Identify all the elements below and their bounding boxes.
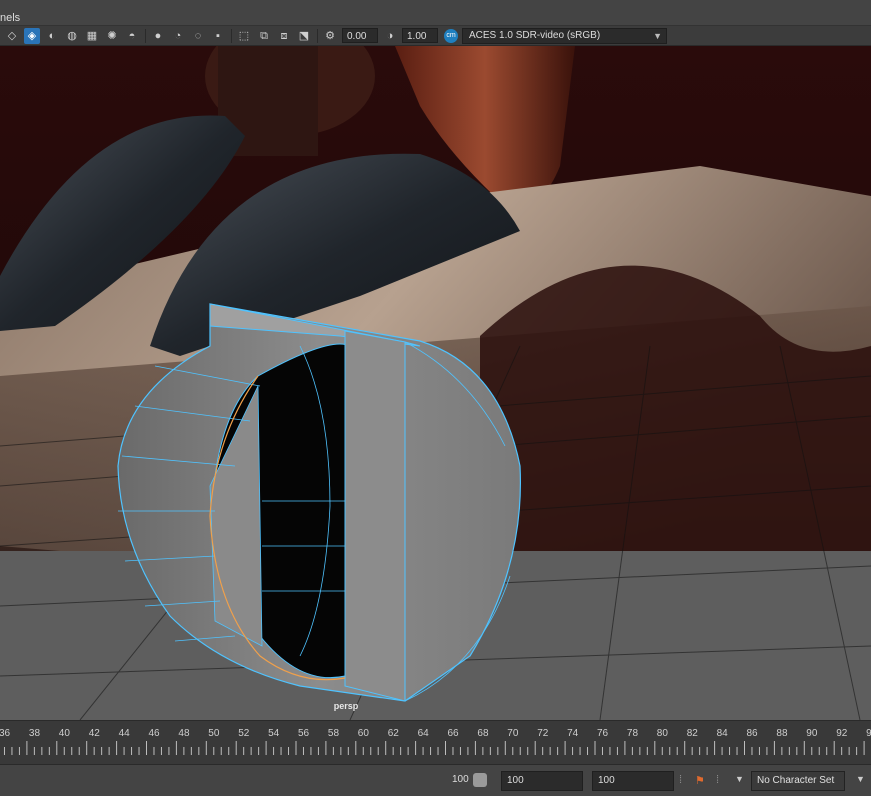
gamma-field[interactable]: 1.00 [402, 28, 438, 43]
smooth-shaded-icon[interactable]: ◐ [44, 28, 60, 44]
panels-menu[interactable]: nels [0, 12, 20, 24]
antialias-icon[interactable]: ◌ [190, 28, 206, 44]
range-slider-bar: 100 100 100 ⁞ ⚑ ⁞ ▼ No Character Set ▼ [0, 764, 871, 796]
frame-tick-label: 82 [687, 728, 699, 739]
gamma-icon[interactable]: ◑ [382, 28, 398, 44]
frame-tick-label: 76 [597, 728, 609, 739]
xray-icon[interactable]: ▦ [84, 28, 100, 44]
frame-tick-label: 62 [388, 728, 400, 739]
frame-tick-label: 74 [567, 728, 579, 739]
ambient-occlusion-icon[interactable]: ● [150, 28, 166, 44]
view-transform-label: ACES 1.0 SDR-video (sRGB) [469, 29, 601, 41]
animation-end-field[interactable]: 100 [592, 771, 674, 791]
view-transform-dropdown[interactable]: ACES 1.0 SDR-video (sRGB) ▼ [462, 27, 667, 44]
frame-tick-label: 80 [657, 728, 669, 739]
time-slider[interactable]: 36 38 40 42 44 46 48 50 52 54 56 58 60 62 64 66 68 70 72 74… [0, 720, 871, 764]
divider-handle-icon: ⁞ [679, 774, 683, 786]
exposure-field[interactable]: 0.00 [342, 28, 378, 43]
frame-tick-label: 60 [358, 728, 370, 739]
auto-key-icon[interactable]: ⚑ [695, 774, 705, 787]
divider-handle-icon-2: ⁞ [716, 774, 720, 786]
frame-tick-label: 58 [328, 728, 340, 739]
toolbar-divider [231, 28, 232, 43]
lights-icon[interactable]: ✺ [104, 28, 120, 44]
chevron-down-icon[interactable]: ▼ [856, 774, 865, 784]
film-gate-icon[interactable]: ⬔ [296, 28, 312, 44]
isolate-select-icon[interactable]: ⬚ [236, 28, 252, 44]
frame-tick-label: 72 [537, 728, 549, 739]
range-handle[interactable] [473, 773, 487, 787]
xray-joints-icon[interactable]: ⧉ [256, 28, 272, 44]
frame-tick-label: 92 [836, 728, 848, 739]
frame-tick-label: 56 [298, 728, 310, 739]
motion-blur-icon[interactable]: ◔ [170, 28, 186, 44]
frame-tick-label: 38 [29, 728, 41, 739]
playback-end-field[interactable]: 100 [501, 771, 583, 791]
frame-tick-label: 36 [0, 728, 11, 739]
frame-tick-label: 54 [268, 728, 280, 739]
perspective-viewport[interactable]: persp [0, 46, 871, 720]
frame-tick-label: 86 [747, 728, 759, 739]
frame-tick-label: 88 [776, 728, 788, 739]
toolbar-divider [145, 28, 146, 43]
character-set-field[interactable]: No Character Set [751, 771, 845, 791]
frame-tick-label: 46 [149, 728, 161, 739]
character-set-chevron-icon[interactable]: ▼ [735, 774, 744, 784]
frame-tick-label: 78 [627, 728, 639, 739]
wireframe-on-shaded-icon[interactable]: ◍ [64, 28, 80, 44]
frame-tick-label: 50 [208, 728, 220, 739]
shadows-icon[interactable]: ◓ [124, 28, 140, 44]
toolbar-divider [317, 28, 318, 43]
frame-tick-label: 84 [717, 728, 729, 739]
range-end-readout: 100 [452, 774, 469, 785]
frame-tick-label: 64 [418, 728, 430, 739]
frame-tick-label: 68 [477, 728, 489, 739]
frame-tick-label: 66 [448, 728, 460, 739]
frame-tick-label: 44 [119, 728, 131, 739]
shaded-cube-icon[interactable]: ◈ [24, 27, 40, 44]
frame-tick-label: 94 [866, 728, 871, 739]
depth-of-field-icon[interactable]: ▪ [210, 28, 226, 44]
chevron-down-icon: ▼ [653, 30, 662, 41]
frame-tick-label: 52 [238, 728, 250, 739]
wireframe-cube-icon[interactable]: ◇ [4, 28, 20, 44]
panel-menubar: nels [0, 0, 871, 26]
frame-tick-label: 42 [89, 728, 101, 739]
frame-tick-label: 70 [507, 728, 519, 739]
camera-name-label: persp [333, 701, 359, 711]
frame-tick-label: 40 [59, 728, 71, 739]
color-management-icon[interactable]: cm [444, 28, 458, 43]
exposure-icon[interactable]: ⚙ [322, 28, 338, 44]
frame-tick-label: 90 [806, 728, 818, 739]
frame-tick-label: 48 [178, 728, 190, 739]
resolution-gate-icon[interactable]: ⧈ [276, 28, 292, 44]
panel-toolbar: ◇ ◈ ◐ ◍ ▦ ✺ ◓ ● ◔ ◌ ▪ ⬚ ⧉ ⧈ ⬔ ⚙ 0.00 ◑ 1… [0, 26, 871, 46]
